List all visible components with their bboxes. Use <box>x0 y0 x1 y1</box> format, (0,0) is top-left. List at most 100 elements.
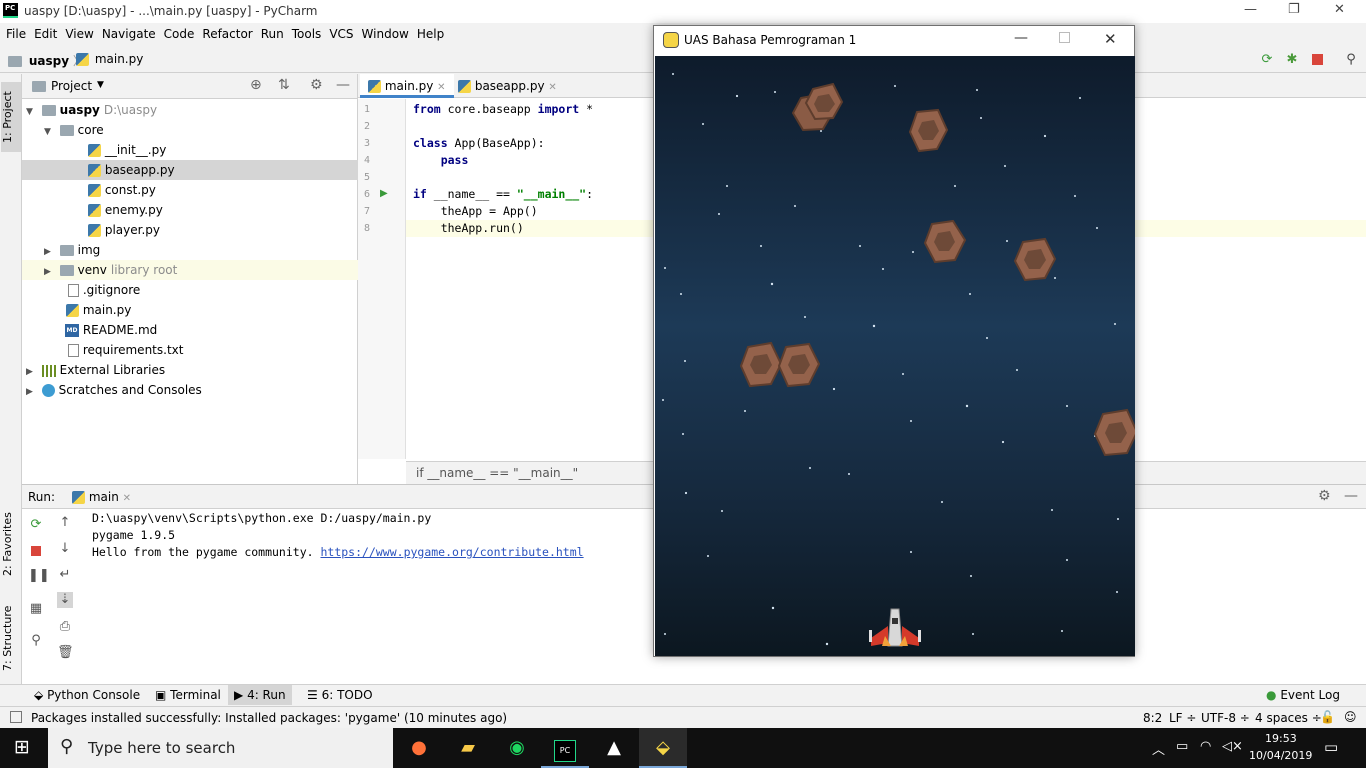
stop-icon[interactable] <box>1312 54 1323 65</box>
tab-baseapp-py[interactable]: baseapp.py ✕ <box>450 74 565 98</box>
tab-run[interactable]: ▶ 4: Run <box>228 685 292 705</box>
gear-icon[interactable]: ⚙ <box>310 77 323 93</box>
caret-position[interactable]: 8:2 <box>1143 711 1162 725</box>
gear-icon[interactable]: ⚙ <box>1318 488 1331 504</box>
tree-item-baseapp[interactable]: baseapp.py <box>22 160 358 180</box>
soft-wrap-icon[interactable]: ↵ <box>57 567 73 583</box>
tab-main-py[interactable]: main.py ✕ <box>360 74 454 98</box>
python-taskbar-icon[interactable]: ⬙ <box>639 728 687 768</box>
run-gutter-icon[interactable]: ▶ <box>380 188 388 199</box>
line-separator[interactable]: LF ÷ <box>1169 711 1196 725</box>
close-icon[interactable]: ✕ <box>437 82 445 93</box>
maximize-button[interactable] <box>1059 32 1070 43</box>
menu-code[interactable]: Code <box>160 27 199 41</box>
close-button[interactable]: ✕ <box>1334 2 1345 17</box>
project-panel-title[interactable]: Project <box>51 79 92 93</box>
clock-date[interactable]: 10/04/2019 <box>1249 749 1312 762</box>
hide-icon[interactable]: — <box>1344 488 1358 504</box>
tree-item-enemy[interactable]: enemy.py <box>22 200 358 220</box>
chevron-up-icon[interactable]: ︿ <box>1152 739 1165 758</box>
menu-navigate[interactable]: Navigate <box>98 27 160 41</box>
rerun-icon[interactable]: ⟳ <box>28 517 44 533</box>
trash-icon[interactable]: 🗑 <box>57 645 74 661</box>
tree-item-external-libraries[interactable]: ▶ External Libraries <box>22 360 358 380</box>
tab-structure[interactable]: 7: Structure <box>1 599 21 677</box>
close-icon[interactable]: ✕ <box>123 493 131 504</box>
tab-project[interactable]: 1: Project <box>1 82 21 152</box>
run-tab[interactable]: main ✕ <box>72 490 131 504</box>
tree-item-core[interactable]: ▼ core <box>22 120 358 140</box>
tree-item-readme[interactable]: MD README.md <box>22 320 358 340</box>
hide-icon[interactable]: — <box>336 77 350 93</box>
tab-event-log[interactable]: ● Event Log <box>1266 688 1340 702</box>
nav-project[interactable]: uaspy 〉 <box>8 52 85 69</box>
lock-icon[interactable]: 🔓 <box>1320 710 1335 724</box>
chevron-down-icon[interactable]: ▼ <box>97 80 104 90</box>
menu-view[interactable]: View <box>61 27 97 41</box>
menu-run[interactable]: Run <box>257 27 288 41</box>
file-explorer-icon[interactable]: ▰ <box>444 728 492 768</box>
game-canvas[interactable] <box>655 56 1135 656</box>
nav-file[interactable]: main.py <box>76 52 143 66</box>
layout-icon[interactable]: ▦ <box>28 601 44 617</box>
code-line[interactable]: if __name__ == "__main__": <box>413 187 593 201</box>
stop-icon[interactable] <box>31 546 41 556</box>
menu-tools[interactable]: Tools <box>288 27 326 41</box>
tab-python-console[interactable]: ⬙ Python Console <box>34 688 140 702</box>
menu-refactor[interactable]: Refactor <box>198 27 256 41</box>
code-line[interactable]: from core.baseapp import * <box>413 102 593 116</box>
arrow-down-icon[interactable]: ↓ <box>57 541 73 557</box>
maximize-button[interactable]: ❐ <box>1288 2 1300 17</box>
code-line[interactable]: pass <box>413 153 469 167</box>
menu-help[interactable]: Help <box>413 27 448 41</box>
rerun-icon[interactable]: ⟳ <box>1258 51 1276 69</box>
menu-vcs[interactable]: VCS <box>325 27 357 41</box>
minimize-button[interactable]: — <box>1014 30 1028 46</box>
tree-item-player[interactable]: player.py <box>22 220 358 240</box>
notification-icon[interactable]: ▭ <box>1324 738 1338 756</box>
inspector-icon[interactable]: ☺ <box>1344 710 1357 724</box>
wifi-icon[interactable]: ◠ <box>1200 739 1211 754</box>
tab-todo[interactable]: ☰ 6: TODO <box>307 688 373 702</box>
code-line[interactable]: theApp.run() <box>413 221 524 235</box>
tree-item-init[interactable]: __init__.py <box>22 140 358 160</box>
file-encoding[interactable]: UTF-8 ÷ <box>1201 711 1250 725</box>
menu-file[interactable]: File <box>2 27 30 41</box>
pycharm-taskbar-icon[interactable]: PC <box>541 728 589 768</box>
toggle-tool-windows-icon[interactable] <box>10 711 22 723</box>
menu-edit[interactable]: Edit <box>30 27 61 41</box>
debug-icon[interactable]: ✱ <box>1283 51 1301 69</box>
clock-time[interactable]: 19:53 <box>1265 732 1297 745</box>
tree-item-venv[interactable]: ▶ venv library root <box>22 260 358 280</box>
tree-item-main[interactable]: main.py <box>22 300 358 320</box>
firefox-icon[interactable]: ● <box>395 728 443 768</box>
locate-icon[interactable]: ⊕ <box>250 77 262 93</box>
arrow-up-icon[interactable]: ↑ <box>57 515 73 531</box>
pause-icon[interactable]: ❚❚ <box>28 568 50 584</box>
tab-terminal[interactable]: ▣ Terminal <box>155 688 221 702</box>
taskbar-search[interactable]: ⚲ Type here to search <box>48 728 393 768</box>
close-button[interactable]: ✕ <box>1104 30 1117 48</box>
status-message[interactable]: Packages installed successfully: Install… <box>31 711 507 725</box>
indent-setting[interactable]: 4 spaces ÷ <box>1255 711 1322 725</box>
code-line[interactable]: class App(BaseApp): <box>413 136 545 150</box>
console-link[interactable]: https://www.pygame.org/contribute.html <box>320 545 583 559</box>
close-icon[interactable]: ✕ <box>548 82 556 93</box>
code-line[interactable]: theApp = App() <box>413 204 538 218</box>
menu-window[interactable]: Window <box>358 27 413 41</box>
tree-item-uaspy[interactable]: ▼ uaspy D:\uaspy <box>22 100 358 120</box>
tree-item-img[interactable]: ▶ img <box>22 240 358 260</box>
volume-icon[interactable]: ◁× <box>1222 739 1243 754</box>
pygame-title-bar[interactable]: UAS Bahasa Pemrograman 1 — ✕ <box>654 26 1134 56</box>
tree-item-scratches[interactable]: ▶ Scratches and Consoles <box>22 380 358 400</box>
tree-item-requirements[interactable]: requirements.txt <box>22 340 358 360</box>
windows-start-icon[interactable]: ⊞ <box>14 736 30 758</box>
tab-favorites[interactable]: 2: Favorites <box>1 504 21 584</box>
print-icon[interactable]: ⎙ <box>57 619 73 635</box>
minimize-button[interactable]: — <box>1244 2 1257 17</box>
battery-icon[interactable]: ▭ <box>1176 739 1188 754</box>
photos-icon[interactable]: ▲ <box>590 728 638 768</box>
collapse-all-icon[interactable]: ⇅ <box>278 77 290 93</box>
pin-icon[interactable]: ⚲ <box>28 633 44 649</box>
tree-item-const[interactable]: const.py <box>22 180 358 200</box>
